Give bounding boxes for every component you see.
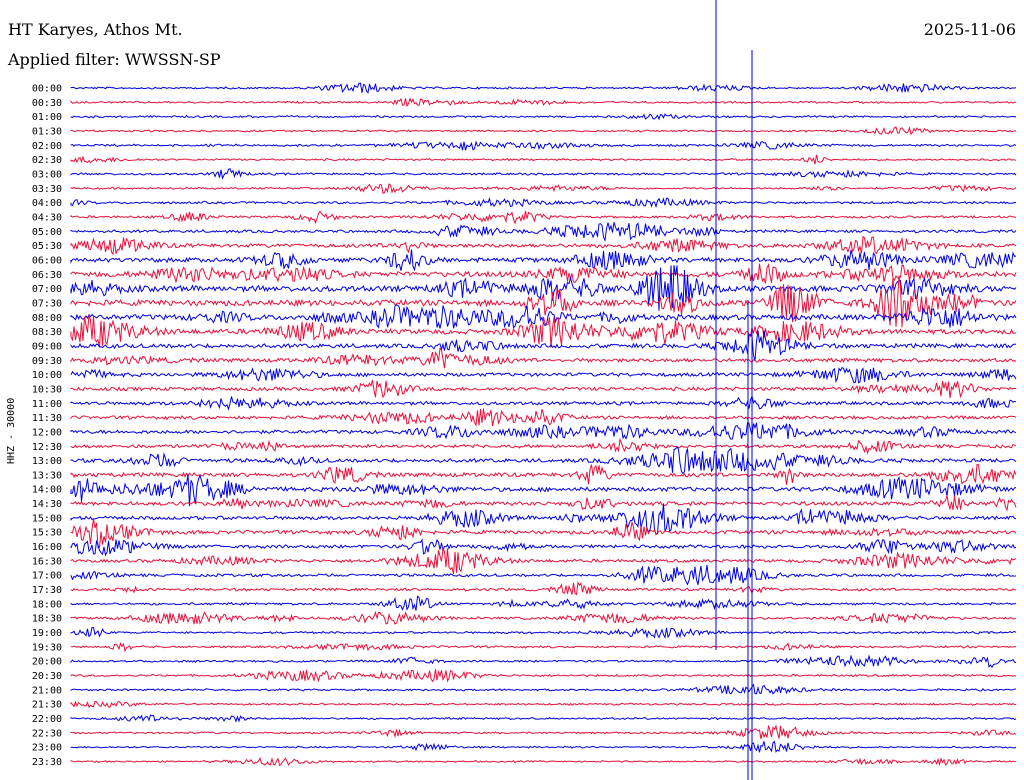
- row-time-label: 02:30: [32, 155, 62, 166]
- trace-line: [70, 581, 1017, 596]
- trace-line: [70, 740, 1017, 753]
- row-time-label: 02:00: [32, 141, 62, 152]
- row-time-label: 09:00: [32, 341, 62, 352]
- trace-line: [70, 700, 1017, 709]
- trace-group: [70, 0, 1017, 780]
- row-time-label: 08:30: [32, 327, 62, 338]
- row-time-label: 14:30: [32, 499, 62, 510]
- trace-line: [70, 379, 1017, 399]
- row-time-label: 08:00: [32, 313, 62, 324]
- trace-line: [70, 366, 1017, 384]
- y-axis-label: HHZ - 30000: [6, 398, 17, 464]
- trace-line: [70, 654, 1017, 669]
- trace-line: [70, 422, 1017, 440]
- row-time-label: 01:30: [32, 126, 62, 137]
- trace-line: [70, 183, 1017, 195]
- trace-line: [70, 538, 1017, 557]
- row-time-label: 11:00: [32, 399, 62, 410]
- row-time-label: 17:00: [32, 571, 62, 582]
- row-time-label: 12:00: [32, 427, 62, 438]
- row-time-label: 18:30: [32, 614, 62, 625]
- trace-line: [70, 610, 1017, 625]
- row-time-label: 12:30: [32, 442, 62, 453]
- row-time-label: 00:00: [32, 84, 62, 95]
- trace-line: [70, 330, 1017, 362]
- trace-line: [70, 518, 1017, 549]
- row-time-label: 20:30: [32, 671, 62, 682]
- trace-line: [70, 249, 1017, 272]
- row-time-label: 05:30: [32, 241, 62, 252]
- row-time-label: 03:00: [32, 169, 62, 180]
- row-time-label: 07:30: [32, 298, 62, 309]
- trace-line: [70, 314, 1017, 348]
- row-time-label: 19:30: [32, 642, 62, 653]
- trace-line: [70, 126, 1017, 136]
- trace-line: [70, 210, 1017, 225]
- trace-line: [70, 473, 1017, 507]
- trace-line: [70, 437, 1017, 455]
- trace-line: [70, 347, 1017, 369]
- row-time-label: 15:30: [32, 528, 62, 539]
- trace-line: [70, 463, 1017, 485]
- trace-line: [70, 714, 1017, 723]
- row-time-label: 00:30: [32, 98, 62, 109]
- row-time-label: 06:00: [32, 255, 62, 266]
- row-time-label: 22:00: [32, 714, 62, 725]
- trace-line: [70, 222, 1017, 243]
- row-time-label: 14:00: [32, 485, 62, 496]
- trace-line: [70, 446, 1017, 475]
- trace-line: [70, 641, 1017, 653]
- row-time-label: 04:30: [32, 212, 62, 223]
- trace-line: [70, 196, 1017, 209]
- row-time-label: 16:00: [32, 542, 62, 553]
- row-time-label: 03:30: [32, 184, 62, 195]
- row-time-label: 07:00: [32, 284, 62, 295]
- row-time-label: 19:00: [32, 628, 62, 639]
- row-time-label: 21:30: [32, 700, 62, 711]
- trace-line: [70, 595, 1017, 611]
- row-time-label: 15:00: [32, 513, 62, 524]
- trace-line: [70, 394, 1017, 411]
- row-time-label: 05:00: [32, 227, 62, 238]
- trace-line: [70, 113, 1017, 121]
- trace-line: [70, 168, 1017, 180]
- trace-line: [70, 756, 1017, 767]
- trace-line: [70, 669, 1017, 683]
- row-time-label: 06:30: [32, 270, 62, 281]
- trace-line: [70, 140, 1017, 151]
- row-time-label: 17:30: [32, 585, 62, 596]
- row-time-label: 16:30: [32, 556, 62, 567]
- trace-line: [70, 546, 1017, 575]
- row-time-label: 20:00: [32, 657, 62, 668]
- row-time-label: 09:30: [32, 356, 62, 367]
- row-time-label: 21:00: [32, 685, 62, 696]
- row-time-label: 23:30: [32, 757, 62, 768]
- row-time-label: 11:30: [32, 413, 62, 424]
- row-time-label: 10:30: [32, 384, 62, 395]
- trace-line: [70, 408, 1017, 427]
- row-label-group: 00:00 00:30 01:00 01:30 02:00 02:30 03:00 03:30…: [32, 84, 62, 769]
- seismogram-plot: 00:00 00:30 01:00 01:30 02:00 02:30 03:00 03:30…: [6, 0, 1017, 780]
- trace-line: [70, 724, 1017, 740]
- row-time-label: 01:00: [32, 112, 62, 123]
- trace-line: [70, 683, 1017, 695]
- trace-line: [70, 97, 1017, 108]
- trace-line: [70, 627, 1017, 639]
- row-time-label: 10:00: [32, 370, 62, 381]
- row-time-label: 13:00: [32, 456, 62, 467]
- row-time-label: 04:00: [32, 198, 62, 209]
- row-time-label: 13:30: [32, 470, 62, 481]
- trace-line: [70, 564, 1017, 586]
- trace-line: [70, 235, 1017, 256]
- trace-line: [70, 154, 1017, 165]
- row-time-label: 23:00: [32, 743, 62, 754]
- row-time-label: 18:00: [32, 599, 62, 610]
- trace-line: [70, 82, 1017, 94]
- row-time-label: 22:30: [32, 728, 62, 739]
